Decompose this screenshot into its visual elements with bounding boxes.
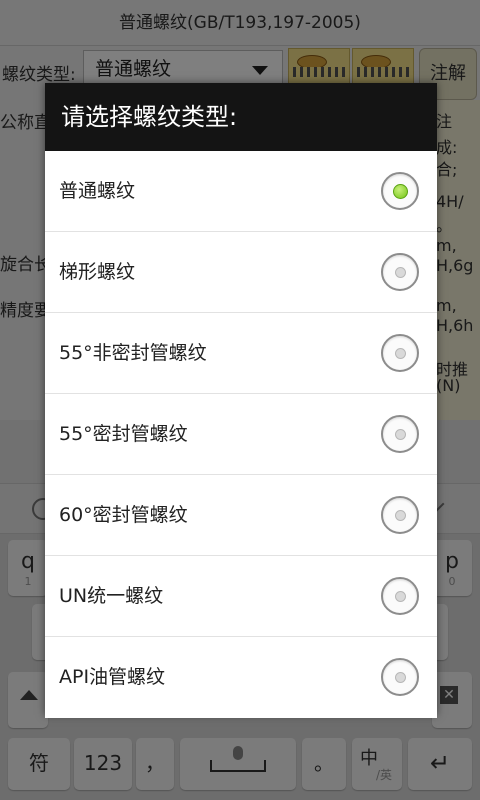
option-label: 55°密封管螺纹 [59,423,188,445]
radio-button[interactable] [381,496,419,534]
radio-button[interactable] [381,172,419,210]
option-item[interactable]: 55°非密封管螺纹 [45,313,437,394]
radio-dot-icon [395,591,406,602]
radio-dot-icon [395,510,406,521]
dialog-title: 请选择螺纹类型: [45,83,437,151]
option-label: UN统一螺纹 [59,585,164,607]
option-label: 普通螺纹 [59,180,136,202]
option-label: 梯形螺纹 [59,261,136,283]
radio-button[interactable] [381,577,419,615]
option-item[interactable]: 55°密封管螺纹 [45,394,437,475]
radio-button[interactable] [381,658,419,696]
radio-dot-icon [393,184,408,199]
radio-dot-icon [395,672,406,683]
radio-button[interactable] [381,253,419,291]
option-item[interactable]: 60°密封管螺纹 [45,475,437,556]
option-label: 60°密封管螺纹 [59,504,188,526]
radio-dot-icon [395,267,406,278]
option-item[interactable]: 梯形螺纹 [45,232,437,313]
option-label: API油管螺纹 [59,666,166,688]
option-item[interactable]: 普通螺纹 [45,151,437,232]
radio-dot-icon [395,429,406,440]
radio-dot-icon [395,348,406,359]
thread-type-dialog: 请选择螺纹类型: 普通螺纹 梯形螺纹 55°非密封管螺纹 55°密封管螺纹 60… [45,83,437,718]
option-label: 55°非密封管螺纹 [59,342,207,364]
option-item[interactable]: API油管螺纹 [45,637,437,718]
radio-button[interactable] [381,415,419,453]
radio-button[interactable] [381,334,419,372]
option-item[interactable]: UN统一螺纹 [45,556,437,637]
